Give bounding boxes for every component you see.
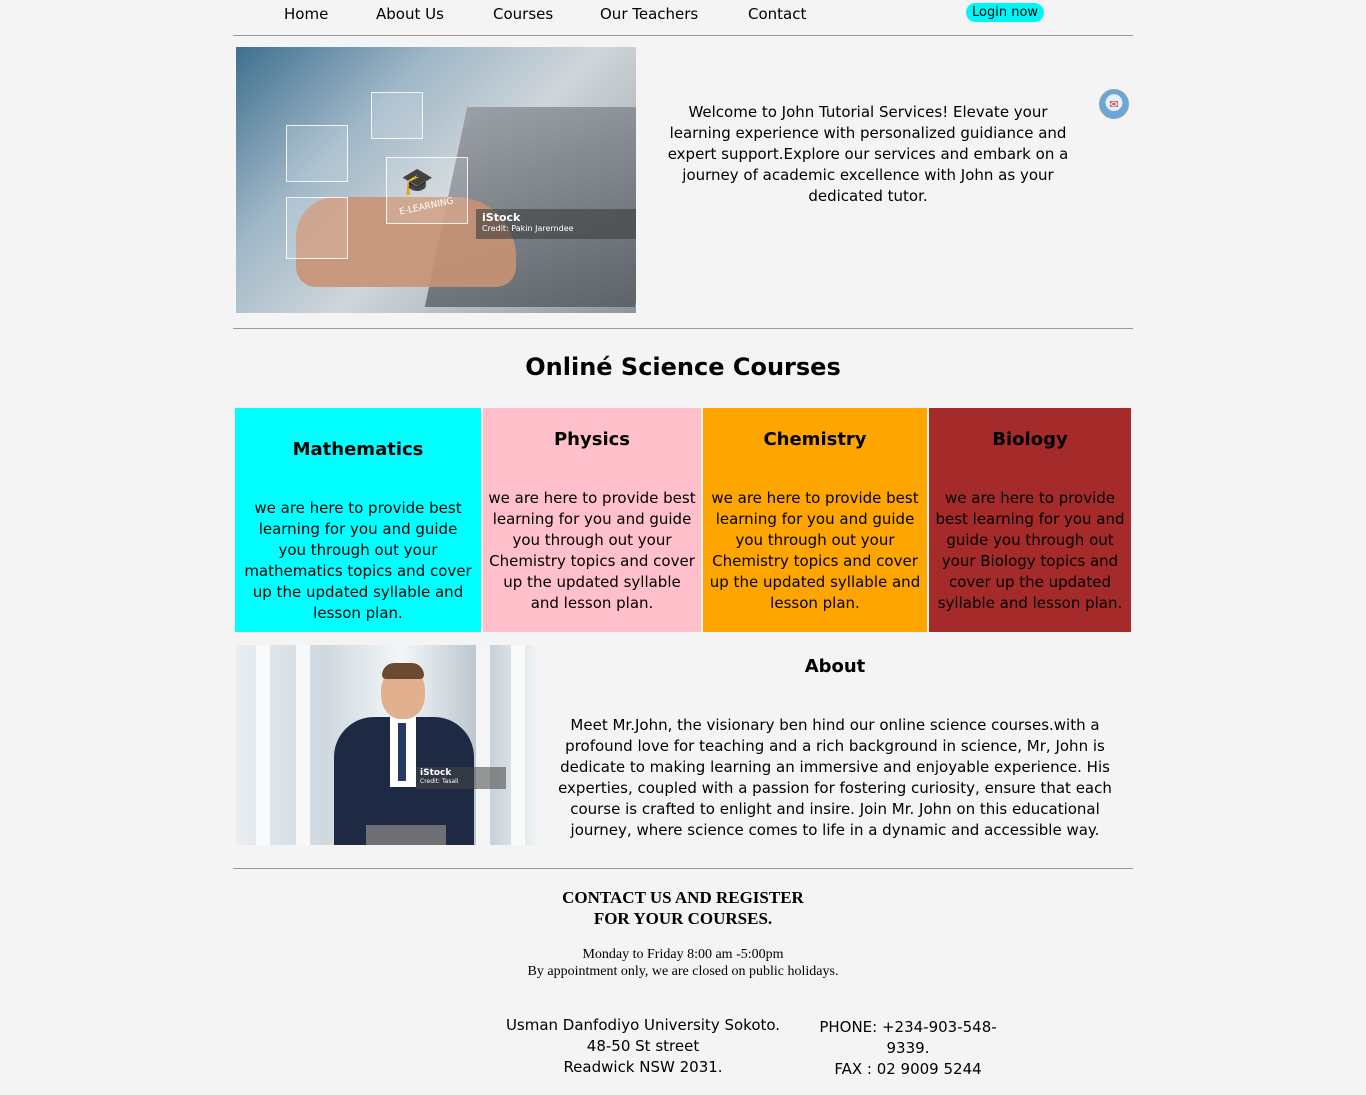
- hours-line: Monday to Friday 8:00 am -5:00pm: [582, 947, 784, 962]
- page: Home About Us Courses Our Teachers Conta…: [233, 0, 1133, 1078]
- nav-contact-link[interactable]: Contact: [748, 5, 806, 23]
- address-line: Usman Danfodiyo University Sokoto.: [505, 1016, 781, 1034]
- nav-courses-link[interactable]: Courses: [493, 5, 553, 23]
- phone-number: PHONE: +234-903-548-9339.: [819, 1018, 997, 1057]
- courses-title: Onliné Science Courses: [525, 353, 841, 381]
- nav-home-link[interactable]: Home: [284, 5, 328, 23]
- e-learning-image: 🎓 E-LEARNING iStock Credit: Pakin Jarern…: [236, 47, 636, 313]
- course-card-physics: Physics we are here to provide best lear…: [483, 408, 701, 632]
- hours-note: By appointment only, we are closed on pu…: [527, 964, 839, 979]
- contact-title-line: FOR YOUR COURSES.: [593, 909, 773, 928]
- course-title: Physics: [553, 429, 630, 450]
- course-title: Mathematics: [292, 439, 424, 460]
- teacher-photo: iStock Credit: Tasali: [236, 645, 536, 845]
- istock-credit: Credit: Pakin Jarerndee: [482, 224, 574, 233]
- course-card-chemistry: Chemistry we are here to provide best le…: [703, 408, 927, 632]
- translate-extension-icon[interactable]: ✉: [1099, 89, 1129, 119]
- istock-credit: Credit: Tasali: [420, 778, 459, 785]
- nav-about-link[interactable]: About Us: [376, 5, 444, 23]
- about-title: About: [804, 656, 866, 677]
- course-card-biology: Biology we are here to provide best lear…: [929, 408, 1131, 632]
- course-title: Biology: [992, 429, 1068, 450]
- istock-watermark: iStock Credit: Tasali: [416, 767, 506, 789]
- address-block: Usman Danfodiyo University Sokoto. 48-50…: [503, 1015, 783, 1078]
- pants-shape: [366, 825, 446, 845]
- course-card-mathematics: Mathematics we are here to provide best …: [235, 408, 481, 632]
- contact-title: CONTACT US AND REGISTER FOR YOUR COURSES…: [233, 887, 1133, 929]
- address-line: Readwick NSW 2031.: [563, 1058, 723, 1076]
- fax-number: FAX : 02 9009 5244: [834, 1060, 982, 1078]
- top-nav: Home About Us Courses Our Teachers Conta…: [233, 0, 1133, 36]
- opening-hours: Monday to Friday 8:00 am -5:00pm By appo…: [233, 946, 1133, 980]
- hero-section: 🎓 E-LEARNING iStock Credit: Pakin Jarern…: [233, 36, 1133, 329]
- tie-shape: [398, 723, 406, 781]
- gear-hologram: [286, 125, 348, 182]
- about-text: Meet Mr.John, the visionary ben hind our…: [558, 716, 1112, 839]
- hair-shape: [382, 663, 424, 679]
- course-description: we are here to provide best learning for…: [488, 489, 696, 612]
- welcome-text: Welcome to John Tutorial Services! Eleva…: [667, 103, 1069, 205]
- course-title: Chemistry: [763, 429, 867, 450]
- login-button[interactable]: Login now: [966, 3, 1045, 22]
- address-line: 48-50 St street: [586, 1037, 700, 1055]
- phone-block: PHONE: +234-903-548-9339. FAX : 02 9009 …: [798, 1017, 1018, 1080]
- contact-title-line: CONTACT US AND REGISTER: [562, 888, 804, 907]
- course-cards: Mathematics we are here to provide best …: [235, 408, 1131, 632]
- course-description: we are here to provide best learning for…: [709, 489, 921, 612]
- teacher-hologram: [286, 197, 348, 259]
- section-divider: [233, 868, 1133, 869]
- book-hologram: [371, 92, 423, 139]
- istock-brand: iStock: [420, 768, 452, 778]
- graduation-cap-icon: 🎓: [401, 167, 434, 197]
- nav-teachers-link[interactable]: Our Teachers: [600, 5, 698, 23]
- istock-brand: iStock: [482, 211, 521, 224]
- course-description: we are here to provide best learning for…: [244, 499, 472, 622]
- course-description: we are here to provide best learning for…: [935, 489, 1125, 612]
- istock-watermark: iStock Credit: Pakin Jarerndee: [476, 209, 636, 239]
